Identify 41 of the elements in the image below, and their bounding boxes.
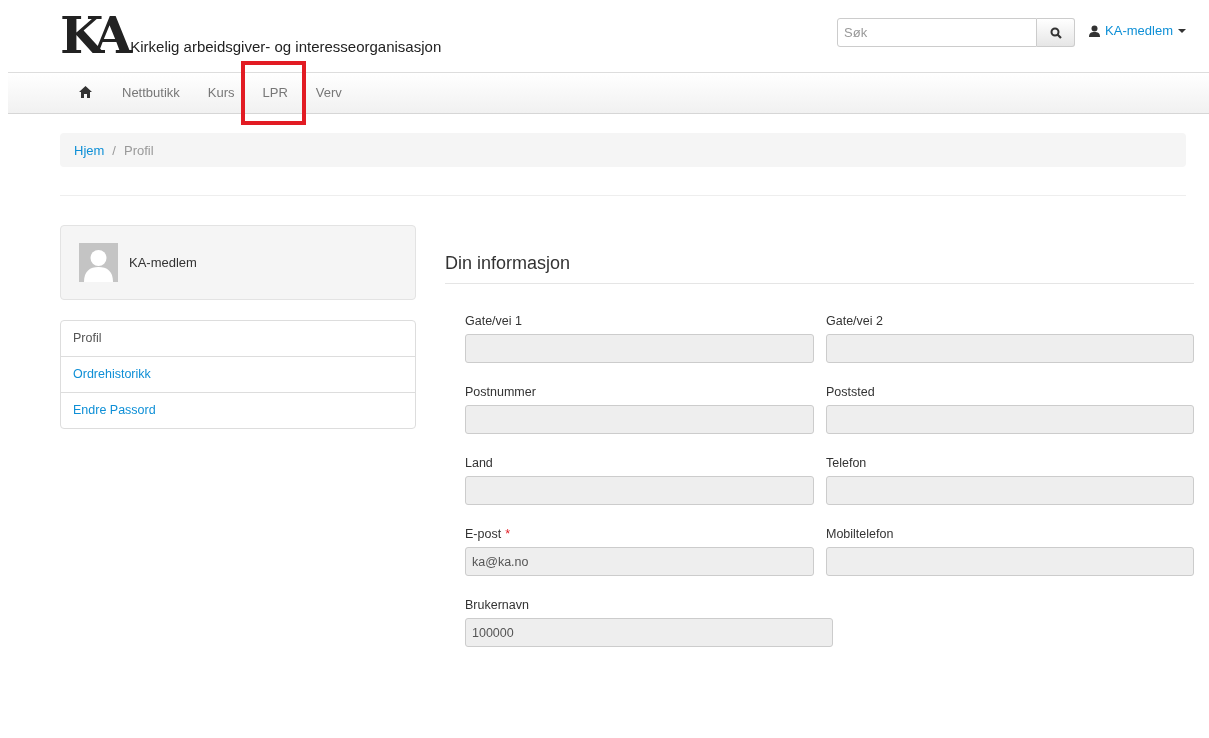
home-icon: [79, 86, 92, 98]
tagline: Kirkelig arbeidsgiver- og interesseorganisasjon: [130, 38, 442, 55]
logo[interactable]: KA: [60, 10, 125, 62]
avatar-icon: [79, 243, 118, 282]
section-heading: Din informasjon: [445, 253, 1194, 284]
breadcrumb-link[interactable]: Hjem: [74, 142, 105, 158]
breadcrumb-current: Profil: [123, 142, 154, 158]
field-label: Postnummer: [465, 385, 536, 399]
field-label: Gate/vei 1: [465, 314, 522, 328]
field-label: Mobiltelefon: [826, 527, 894, 541]
caret-icon: [1178, 28, 1186, 33]
search-button[interactable]: [1037, 18, 1076, 47]
field-label: E-post: [465, 527, 502, 541]
input-field[interactable]: [826, 547, 1194, 576]
nav-link[interactable]: Verv: [301, 73, 356, 113]
search-icon: [1049, 26, 1062, 39]
field-label: Poststed: [826, 385, 875, 399]
input-field[interactable]: [826, 334, 1194, 363]
user-menu[interactable]: KA-medlem: [1089, 23, 1186, 38]
input-field[interactable]: [826, 405, 1194, 434]
profile-menu-item[interactable]: Profil: [61, 321, 415, 356]
breadcrumb-separator: /: [112, 142, 116, 158]
input-field[interactable]: [826, 476, 1194, 505]
field-label: Telefon: [826, 456, 867, 470]
input-field[interactable]: [465, 405, 814, 434]
profile-menu-item[interactable]: Ordrehistorikk: [61, 356, 415, 392]
input-field[interactable]: [465, 476, 814, 505]
field-label: Gate/vei 2: [826, 314, 883, 328]
required-mark: *: [505, 527, 510, 541]
field-label: Brukernavn: [465, 598, 529, 612]
search-field[interactable]: Søk: [837, 18, 1038, 47]
input-field[interactable]: ka@ka.no: [465, 547, 814, 576]
nav-link[interactable]: LPR: [248, 73, 302, 113]
nav-link[interactable]: Nettbutikk: [108, 73, 194, 113]
input-field[interactable]: [465, 334, 814, 363]
input-field[interactable]: 100000: [465, 618, 833, 647]
user-icon: [1089, 24, 1101, 37]
field-label: Land: [465, 456, 493, 470]
profile-name: KA-medlem: [129, 255, 197, 270]
nav-link[interactable]: Kurs: [193, 73, 249, 113]
profile-menu-item[interactable]: Endre Passord: [61, 392, 415, 428]
